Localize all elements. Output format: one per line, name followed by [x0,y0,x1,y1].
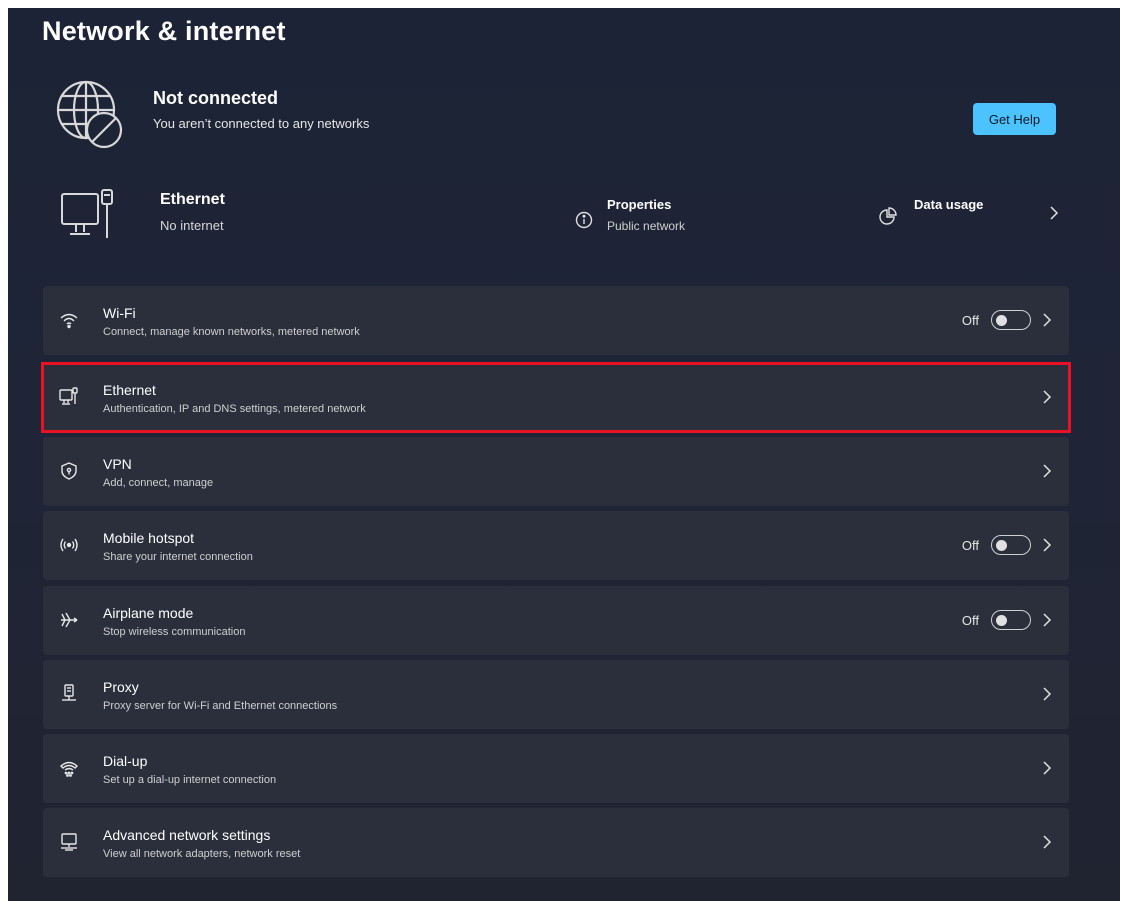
setting-subtitle: Share your internet connection [103,551,253,563]
airplane-icon [59,610,79,630]
setting-row-advanced[interactable]: Advanced network settings View all netwo… [43,808,1069,877]
setting-subtitle: Authentication, IP and DNS settings, met… [103,403,366,415]
connection-status-title: Not connected [153,88,279,108]
airplane-mode-toggle[interactable] [991,610,1031,630]
setting-row-wifi[interactable]: Wi-Fi Connect, manage known networks, me… [43,286,1069,355]
chevron-right-icon [1041,834,1053,850]
properties-link[interactable]: Properties [607,197,671,212]
ethernet-summary-title: Ethernet [160,191,225,208]
settings-window: Network & internet Not connected You are… [8,8,1120,901]
network-adapter-icon [59,832,79,852]
setting-row-ethernet[interactable]: Ethernet Authentication, IP and DNS sett… [43,363,1069,432]
chevron-right-icon [1041,312,1053,328]
setting-row-proxy[interactable]: Proxy Proxy server for Wi-Fi and Etherne… [43,660,1069,729]
page-title: Network & internet [42,16,286,46]
chevron-right-icon [1041,463,1053,479]
hotspot-icon [59,535,79,555]
globe-blocked-icon [52,76,128,152]
setting-subtitle: Set up a dial-up internet connection [103,774,277,786]
setting-title: Advanced network settings [103,827,271,843]
setting-title: Airplane mode [103,605,194,621]
setting-title: Proxy [103,679,139,695]
mobile-hotspot-toggle[interactable] [991,535,1031,555]
wifi-toggle[interactable] [991,310,1031,330]
connection-status-subtitle: You aren’t connected to any networks [153,116,370,131]
toggle-knob [996,615,1007,626]
wifi-icon [59,310,79,330]
pie-chart-icon[interactable] [879,207,897,225]
setting-subtitle: Stop wireless communication [103,626,246,638]
ethernet-icon [59,387,79,407]
toggle-state-label: Off [961,313,979,328]
setting-subtitle: Connect, manage known networks, metered … [103,326,360,338]
ethernet-summary-subtitle: No internet [160,218,224,233]
network-profile-label: Public network [607,219,686,233]
toggle-state-label: Off [961,538,979,553]
setting-subtitle: View all network adapters, network reset [103,848,301,860]
chevron-right-icon [1041,537,1053,553]
setting-subtitle: Proxy server for Wi-Fi and Ethernet conn… [103,700,338,712]
chevron-right-icon[interactable] [1047,204,1061,222]
info-icon[interactable] [575,211,593,229]
setting-title: VPN [103,456,132,472]
chevron-right-icon [1041,686,1053,702]
chevron-right-icon [1041,612,1053,628]
setting-title: Dial-up [103,753,148,769]
dial-up-icon [59,758,79,778]
ethernet-pc-icon [60,188,118,242]
chevron-right-icon [1041,389,1053,405]
setting-row-dial-up[interactable]: Dial-up Set up a dial-up internet connec… [43,734,1069,803]
setting-title: Ethernet [103,382,156,398]
proxy-icon [59,684,79,704]
toggle-knob [996,540,1007,551]
setting-row-mobile-hotspot[interactable]: Mobile hotspot Share your internet conne… [43,511,1069,580]
toggle-state-label: Off [961,613,979,628]
setting-title: Mobile hotspot [103,530,195,546]
setting-title: Wi-Fi [103,305,136,321]
setting-subtitle: Add, connect, manage [103,477,214,489]
get-help-button[interactable]: Get Help [973,103,1056,135]
chevron-right-icon [1041,760,1053,776]
toggle-knob [996,315,1007,326]
shield-icon [59,461,79,481]
setting-row-airplane-mode[interactable]: Airplane mode Stop wireless communicatio… [43,586,1069,655]
setting-row-vpn[interactable]: VPN Add, connect, manage [43,437,1069,506]
data-usage-link[interactable]: Data usage [914,197,983,212]
